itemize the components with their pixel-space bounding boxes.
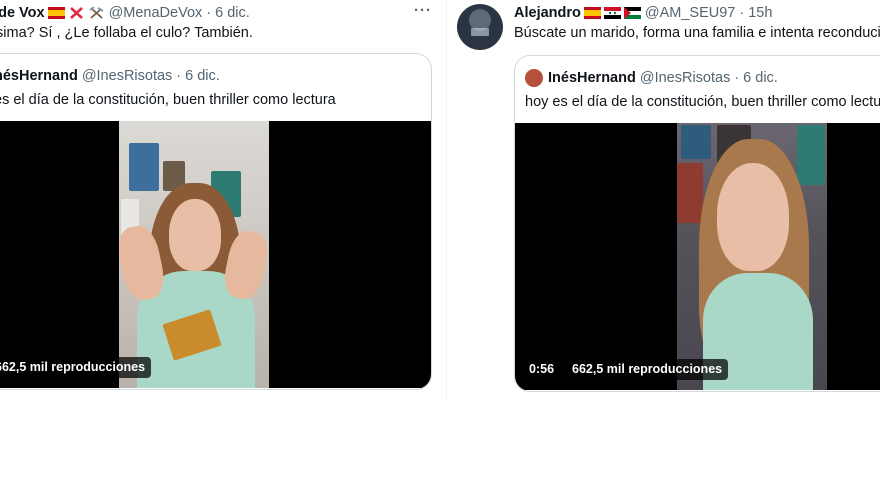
syria-flag-icon xyxy=(603,7,621,19)
separator: · xyxy=(734,70,740,86)
video-overlay: 0:56 662,5 mil reproducciones xyxy=(523,359,729,380)
quote-author-name: nésHernand xyxy=(0,68,78,84)
video-overlay: 662,5 mil reproducciones xyxy=(0,357,152,378)
author-handle[interactable]: @AM_SEU97 xyxy=(645,4,735,22)
quote-text: es el día de la constitución, buen thril… xyxy=(0,92,336,108)
tweet-text: tísima? Sí , ¿Le follaba el culo? Tambié… xyxy=(0,25,253,41)
tweet-header: Alejandro @AM_SEU97 · 15h xyxy=(514,4,772,22)
quote-author-handle: @InesRisotas xyxy=(81,68,173,84)
spain-flag-icon xyxy=(47,7,65,19)
video-frame xyxy=(677,123,827,390)
tweet-text: Búscate un marido, forma una familia e i… xyxy=(514,25,880,41)
hammer-pick-icon xyxy=(88,7,104,19)
view-count: 662,5 mil reproducciones xyxy=(566,359,729,380)
quote-avatar xyxy=(525,69,543,87)
quote-time: 6 dic. xyxy=(743,70,778,86)
author-name[interactable]: a de Vox xyxy=(0,4,45,22)
more-options-icon[interactable]: ··· xyxy=(414,2,432,19)
quoted-tweet[interactable]: nésHernand @InesRisotas · 6 dic. es el d… xyxy=(0,53,432,390)
spain-flag-icon xyxy=(583,7,601,19)
video-frame xyxy=(119,121,269,388)
quote-author-name: InésHernand xyxy=(548,70,636,86)
tweet-time[interactable]: 15h xyxy=(748,4,772,22)
avatar[interactable] xyxy=(457,4,503,50)
tweet-right[interactable]: Alejandro @AM_SEU97 · 15h Búscate un mar… xyxy=(447,0,880,400)
video-duration: 0:56 xyxy=(523,359,561,380)
video-player[interactable]: 0:56 662,5 mil reproducciones xyxy=(515,123,880,390)
quote-header: nésHernand @InesRisotas · 6 dic. xyxy=(0,67,220,85)
tweet-header: a de Vox @MenaDeVox · 6 dic. xyxy=(0,4,250,22)
view-count: 662,5 mil reproducciones xyxy=(0,357,152,378)
quote-time: 6 dic. xyxy=(185,68,220,84)
quote-header: InésHernand @InesRisotas · 6 dic. xyxy=(525,69,778,87)
separator: · xyxy=(176,68,182,84)
tweet-left[interactable]: a de Vox @MenaDeVox · 6 dic. ··· tísima?… xyxy=(0,0,446,400)
palestine-flag-icon xyxy=(623,7,641,19)
quote-text: hoy es el día de la constitución, buen t… xyxy=(525,94,880,110)
cross-mark-icon xyxy=(69,7,83,19)
author-handle[interactable]: @MenaDeVox xyxy=(109,4,203,22)
quoted-tweet[interactable]: InésHernand @InesRisotas · 6 dic. hoy es… xyxy=(514,55,880,392)
author-name[interactable]: Alejandro xyxy=(514,4,581,22)
video-player[interactable]: 662,5 mil reproducciones xyxy=(0,121,431,388)
tweet-time[interactable]: 6 dic. xyxy=(215,4,250,22)
separator: · xyxy=(739,5,745,21)
quote-author-handle: @InesRisotas xyxy=(639,70,731,86)
separator: · xyxy=(206,5,212,21)
